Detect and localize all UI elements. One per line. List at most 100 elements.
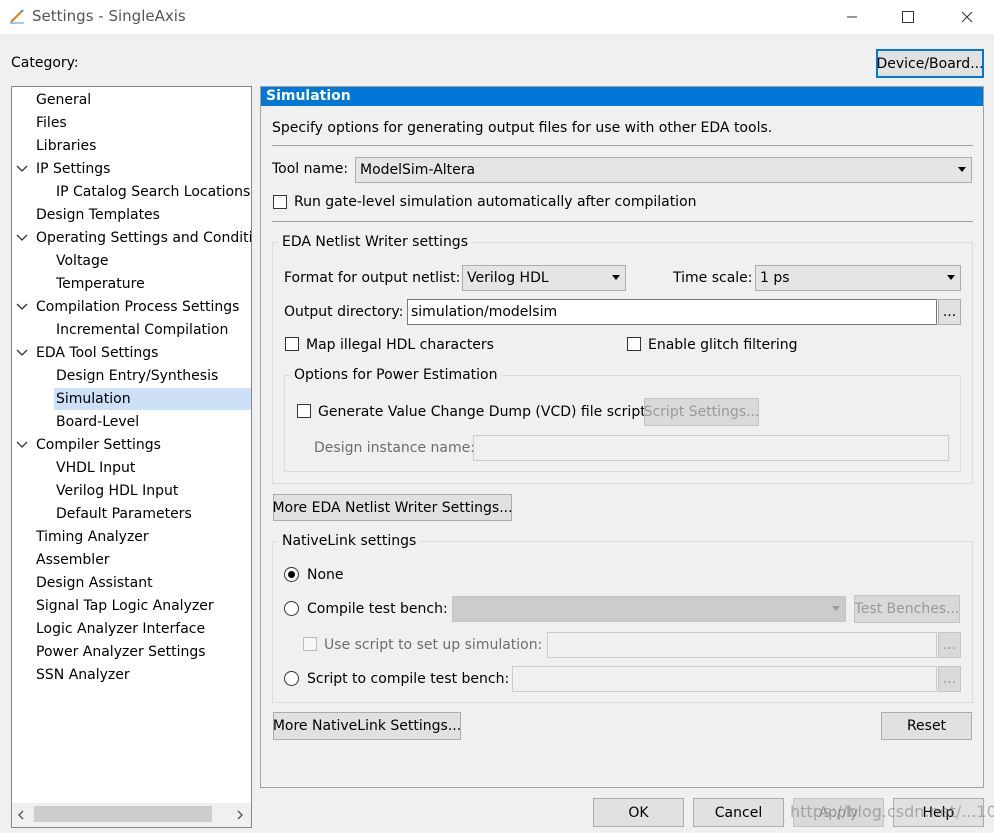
tree-item-label: Operating Settings and Conditio <box>36 230 252 246</box>
pencil-icon <box>10 9 24 24</box>
use-script-browse-button[interactable]: ... <box>938 632 961 658</box>
tree-item[interactable]: Default Parameters <box>12 503 251 525</box>
tree-item[interactable]: EDA Tool Settings <box>12 342 251 364</box>
power-group-title: Options for Power Estimation <box>290 367 502 383</box>
tree-item[interactable]: Simulation <box>54 388 251 410</box>
chevron-down-icon <box>947 275 955 280</box>
tree-item[interactable]: Power Analyzer Settings <box>12 641 251 663</box>
tree-horizontal-scrollbar[interactable] <box>12 803 251 827</box>
test-benches-button[interactable]: Test Benches... <box>854 595 960 623</box>
tool-name-select[interactable]: ModelSim-Altera <box>355 157 972 183</box>
reset-button[interactable]: Reset <box>881 712 972 740</box>
instance-name-label: Design instance name: <box>314 440 475 456</box>
tree-item-label: Libraries <box>36 138 97 154</box>
tree-item[interactable]: Voltage <box>12 250 251 272</box>
instance-name-input[interactable] <box>473 435 949 461</box>
tree-item[interactable]: Files <box>12 112 251 134</box>
more-netlist-settings-button[interactable]: More EDA Netlist Writer Settings... <box>272 494 513 521</box>
tree-item[interactable]: Libraries <box>12 135 251 157</box>
compile-test-bench-radio[interactable] <box>284 601 299 616</box>
tree-item[interactable]: Design Entry/Synthesis <box>12 365 251 387</box>
output-dir-input[interactable]: simulation/modelsim <box>407 299 937 325</box>
maximize-button[interactable] <box>885 0 931 34</box>
tree-item[interactable]: Verilog HDL Input <box>12 480 251 502</box>
format-select[interactable]: Verilog HDL <box>462 265 626 291</box>
tree-item-label: Assembler <box>36 552 110 568</box>
tree-item-label: VHDL Input <box>56 460 136 476</box>
script-compile-input[interactable] <box>512 666 937 692</box>
format-label: Format for output netlist: <box>284 270 461 286</box>
minimize-icon <box>847 16 857 18</box>
timescale-select[interactable]: 1 ps <box>755 265 961 291</box>
device-board-button[interactable]: Device/Board... <box>876 49 984 78</box>
tree-item[interactable]: Logic Analyzer Interface <box>12 618 251 640</box>
category-tree[interactable]: General Files Libraries IP Settings IP Catal… <box>11 86 252 828</box>
chevron-down-icon[interactable] <box>16 232 28 244</box>
chevron-down-icon <box>832 606 840 611</box>
more-nativelink-settings-button[interactable]: More NativeLink Settings... <box>273 712 461 740</box>
tree-item-label: IP Settings <box>36 161 111 177</box>
watermark: https://blog.csdn.net/...10 <box>790 802 994 821</box>
tree-item[interactable]: VHDL Input <box>12 457 251 479</box>
ok-button[interactable]: OK <box>593 798 684 827</box>
output-dir-browse-button[interactable]: ... <box>938 299 961 325</box>
tree-item[interactable]: Compiler Settings <box>12 434 251 456</box>
tree-item[interactable]: Design Templates <box>12 204 251 226</box>
tree-item[interactable]: Operating Settings and Conditio <box>12 227 251 249</box>
scrollbar-thumb[interactable] <box>34 806 212 822</box>
chevron-down-icon[interactable] <box>16 301 28 313</box>
tree-item-label: Voltage <box>56 253 109 269</box>
panel-title: Simulation <box>261 87 983 106</box>
netlist-group-title: EDA Netlist Writer settings <box>278 234 472 250</box>
use-script-checkbox[interactable] <box>303 637 317 651</box>
chevron-down-icon[interactable] <box>16 347 28 359</box>
chevron-down-icon[interactable] <box>16 439 28 451</box>
scroll-right-icon[interactable] <box>236 810 244 820</box>
use-script-label: Use script to set up simulation: <box>324 637 543 653</box>
tree-item-label: Incremental Compilation <box>56 322 229 338</box>
panel-description: Specify options for generating output fi… <box>272 120 773 136</box>
category-label: Category: <box>11 55 79 71</box>
compile-test-bench-select[interactable] <box>452 596 846 622</box>
tree-item[interactable]: Timing Analyzer <box>12 526 251 548</box>
script-compile-browse-button[interactable]: ... <box>938 666 961 692</box>
scroll-left-icon[interactable] <box>17 810 25 820</box>
tree-item[interactable]: Temperature <box>12 273 251 295</box>
tree-item[interactable]: General <box>12 89 251 111</box>
tree-item-label: Compiler Settings <box>36 437 161 453</box>
close-button[interactable] <box>944 0 990 34</box>
tool-name-value: ModelSim-Altera <box>360 162 476 178</box>
chevron-down-icon[interactable] <box>16 163 28 175</box>
tree-item-label: Design Assistant <box>36 575 153 591</box>
none-radio[interactable] <box>284 567 299 582</box>
tree-item[interactable]: Signal Tap Logic Analyzer <box>12 595 251 617</box>
tree-item[interactable]: IP Catalog Search Locations <box>12 181 251 203</box>
tree-item[interactable]: Assembler <box>12 549 251 571</box>
tree-item-label: Timing Analyzer <box>36 529 149 545</box>
tree-item[interactable]: Compilation Process Settings <box>12 296 251 318</box>
script-compile-radio[interactable] <box>284 671 299 686</box>
tree-item[interactable]: IP Settings <box>12 158 251 180</box>
script-settings-button[interactable]: Script Settings... <box>644 398 759 426</box>
tree-item[interactable]: SSN Analyzer <box>12 664 251 686</box>
tree-item-label: Logic Analyzer Interface <box>36 621 206 637</box>
tree-item-label: SSN Analyzer <box>36 667 130 683</box>
cancel-button[interactable]: Cancel <box>693 798 784 827</box>
close-icon <box>961 11 973 23</box>
run-gate-level-label: Run gate-level simulation automatically … <box>294 194 697 210</box>
tree-item[interactable]: Board-Level <box>12 411 251 433</box>
tree-item-label: Signal Tap Logic Analyzer <box>36 598 214 614</box>
tree-item-label: Design Entry/Synthesis <box>56 368 219 384</box>
vcd-checkbox[interactable] <box>297 404 311 418</box>
map-illegal-checkbox[interactable] <box>285 337 299 351</box>
tree-item[interactable]: Design Assistant <box>12 572 251 594</box>
minimize-button[interactable] <box>829 0 875 34</box>
glitch-filter-label: Enable glitch filtering <box>648 337 798 353</box>
tree-item-label: EDA Tool Settings <box>36 345 159 361</box>
none-label: None <box>307 567 344 583</box>
tree-item-label: Files <box>36 115 67 131</box>
run-gate-level-checkbox[interactable] <box>273 195 287 209</box>
glitch-filter-checkbox[interactable] <box>627 337 641 351</box>
tree-item[interactable]: Incremental Compilation <box>12 319 251 341</box>
use-script-input[interactable] <box>547 632 937 658</box>
